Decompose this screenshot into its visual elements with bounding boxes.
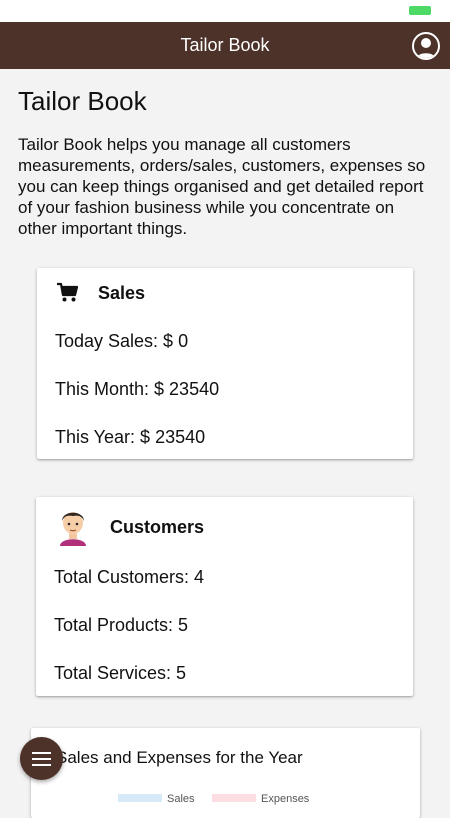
- customers-card-header: Customers: [36, 506, 413, 546]
- legend-swatch-sales: [118, 794, 162, 802]
- sales-card[interactable]: Sales Today Sales: $ 0 This Month: $ 235…: [37, 268, 413, 459]
- status-bar: [0, 0, 450, 22]
- today-sales: Today Sales: $ 0: [55, 331, 189, 351]
- total-products: Total Products: 5: [54, 615, 189, 635]
- sales-expenses-chart-card[interactable]: Sales and Expenses for the Year Sales Ex…: [31, 728, 420, 818]
- profile-icon[interactable]: [412, 32, 440, 60]
- total-customers: Total Customers: 4: [54, 567, 205, 587]
- customers-card-title: Customers: [110, 517, 205, 537]
- customers-card[interactable]: Customers Total Customers: 4 Total Produ…: [36, 497, 413, 696]
- month-sales: This Month: $ 23540: [55, 379, 220, 399]
- shopping-cart-icon: [55, 280, 79, 309]
- app-bar: Tailor Book: [0, 22, 450, 69]
- legend-label-expenses: Expenses: [261, 793, 310, 805]
- app-bar-title: Tailor Book: [180, 35, 270, 55]
- total-services: Total Services: 5: [54, 663, 187, 683]
- legend-label-sales: Sales: [167, 793, 195, 805]
- customer-avatar-icon: [56, 506, 90, 551]
- menu-fab-button[interactable]: [20, 737, 63, 780]
- legend-swatch-expenses: [212, 794, 256, 802]
- sales-card-header: Sales: [37, 280, 413, 306]
- battery-icon: [409, 6, 431, 15]
- year-sales: This Year: $ 23540: [55, 427, 206, 447]
- intro-text: Tailor Book helps you manage all custome…: [18, 135, 426, 238]
- page-title: Tailor Book: [18, 86, 147, 116]
- chart-card-title: Sales and Expenses for the Year: [56, 748, 303, 767]
- sales-card-title: Sales: [98, 283, 146, 303]
